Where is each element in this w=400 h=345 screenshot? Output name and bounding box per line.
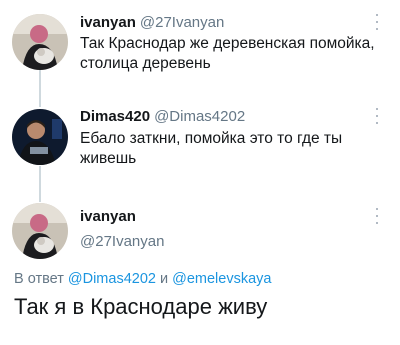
tweet-header: Dimas420 @Dimas4202 (80, 108, 245, 125)
reply-prefix: В ответ (14, 271, 64, 287)
more-vertical-icon[interactable] (372, 108, 382, 124)
user-handle[interactable]: @27Ivanyan (140, 14, 224, 31)
more-vertical-icon[interactable] (372, 14, 382, 30)
display-name[interactable]: ivanyan (80, 208, 136, 225)
display-name[interactable]: Dimas420 (80, 108, 150, 125)
reply-context: В ответ @Dimas4202 и @emelevskaya (14, 271, 271, 287)
reply-user-link[interactable]: @emelevskaya (172, 271, 271, 287)
avatar[interactable] (12, 109, 68, 165)
tweet-text-line: столица деревень (80, 55, 211, 72)
more-vertical-icon[interactable] (372, 208, 382, 224)
avatar[interactable] (12, 14, 68, 70)
handle-row: @27Ivanyan (80, 233, 164, 250)
thread-line (39, 166, 41, 202)
reply-user-link[interactable]: @Dimas4202 (68, 271, 156, 287)
user-handle[interactable]: @Dimas4202 (154, 108, 245, 125)
reply-conjunction: и (159, 271, 169, 287)
tweet-text-line: Ебало заткни, помойка это то где ты (80, 130, 343, 147)
tweet-text-line: Так Краснодар же деревенская помойка, (80, 35, 375, 52)
tweet-text-line: живешь (80, 150, 137, 167)
user-handle[interactable]: @27Ivanyan (80, 233, 164, 250)
main-tweet-text: Так я в Краснодаре живу (14, 294, 268, 319)
thread-line (39, 70, 41, 107)
display-name-row: ivanyan (80, 208, 136, 225)
tweet-text: Так Краснодар же деревенская помойка, ст… (80, 34, 380, 74)
avatar[interactable] (12, 203, 68, 259)
display-name[interactable]: ivanyan (80, 14, 136, 31)
tweet-text: Ебало заткни, помойка это то где ты живе… (80, 129, 380, 169)
tweet-header: ivanyan @27Ivanyan (80, 14, 224, 31)
